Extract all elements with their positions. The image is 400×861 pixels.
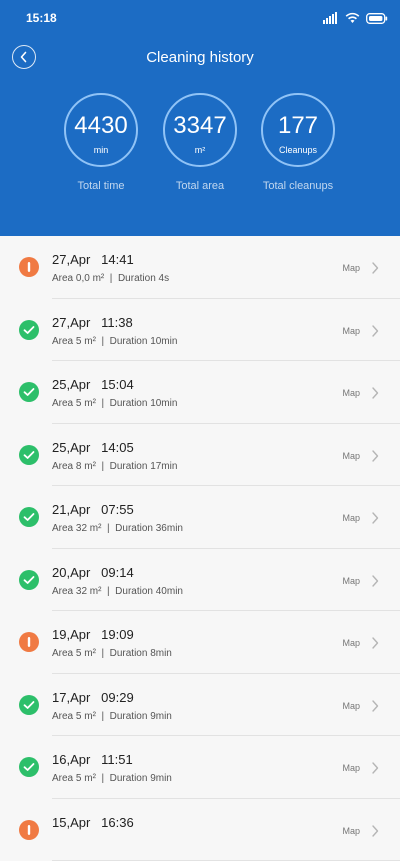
map-link[interactable]: Map: [342, 263, 360, 273]
header: 15:18 Cleaning histo: [0, 0, 400, 236]
row-datetime: 17,Apr 09:29: [52, 690, 134, 705]
map-link[interactable]: Map: [342, 451, 360, 461]
warning-icon: [19, 632, 39, 652]
status-icons: [323, 10, 388, 26]
history-row[interactable]: 19,Apr 19:09 Area 5 m² | Duration 8min Map: [0, 611, 400, 674]
row-datetime: 21,Apr 07:55: [52, 502, 134, 517]
chevron-right-icon[interactable]: [370, 761, 380, 775]
row-datetime: 25,Apr 14:05: [52, 440, 134, 455]
chevron-right-icon[interactable]: [370, 261, 380, 275]
row-details: Area 8 m² | Duration 17min: [52, 461, 177, 472]
chevron-right-icon[interactable]: [370, 824, 380, 838]
row-datetime: 19,Apr 19:09: [52, 627, 134, 642]
success-check-icon: [19, 757, 39, 777]
map-link[interactable]: Map: [342, 326, 360, 336]
map-link[interactable]: Map: [342, 638, 360, 648]
map-link[interactable]: Map: [342, 826, 360, 836]
history-row[interactable]: 27,Apr 11:38 Area 5 m² | Duration 10min Ma…: [0, 299, 400, 362]
signal-icon: [323, 12, 339, 24]
stat-value: 3347: [165, 114, 235, 138]
success-check-icon: [19, 507, 39, 527]
stat-label: Total area: [150, 180, 250, 192]
row-details: Area 5 m² | Duration 9min: [52, 711, 172, 722]
chevron-right-icon[interactable]: [370, 699, 380, 713]
stat-value: 177: [263, 114, 333, 138]
row-details: Area 5 m² | Duration 10min: [52, 398, 177, 409]
row-datetime: 15,Apr 16:36: [52, 815, 134, 830]
history-row[interactable]: 25,Apr 15:04 Area 5 m² | Duration 10min Ma…: [0, 361, 400, 424]
cleaning-history-list: 27,Apr 14:41 Area 0,0 m² | Duration 4s Map…: [0, 236, 400, 861]
chevron-right-icon[interactable]: [370, 324, 380, 338]
row-datetime: 16,Apr 11:51: [52, 752, 133, 767]
stat-total-time: 4430 min: [64, 93, 138, 167]
history-row[interactable]: 17,Apr 09:29 Area 5 m² | Duration 9min Map: [0, 674, 400, 737]
stat-value: 4430: [66, 114, 136, 138]
row-datetime: 27,Apr 14:41: [52, 252, 134, 267]
status-bar: 15:18: [0, 0, 400, 36]
row-datetime: 25,Apr 15:04: [52, 377, 134, 392]
history-row[interactable]: 16,Apr 11:51 Area 5 m² | Duration 9min Map: [0, 736, 400, 799]
status-time: 15:18: [26, 11, 57, 25]
history-row[interactable]: 15,Apr 16:36 Map: [0, 799, 400, 861]
map-link[interactable]: Map: [342, 763, 360, 773]
stat-label: Total cleanups: [248, 180, 348, 192]
chevron-right-icon[interactable]: [370, 386, 380, 400]
chevron-right-icon[interactable]: [370, 574, 380, 588]
stat-unit: min: [66, 145, 136, 155]
chevron-right-icon[interactable]: [370, 449, 380, 463]
chevron-right-icon[interactable]: [370, 636, 380, 650]
stat-unit: Cleanups: [263, 145, 333, 155]
battery-icon: [366, 13, 388, 24]
history-row[interactable]: 20,Apr 09:14 Area 32 m² | Duration 40min M…: [0, 549, 400, 612]
history-row[interactable]: 21,Apr 07:55 Area 32 m² | Duration 36min M…: [0, 486, 400, 549]
chevron-right-icon[interactable]: [370, 511, 380, 525]
map-link[interactable]: Map: [342, 388, 360, 398]
stat-label: Total time: [51, 180, 151, 192]
stat-unit: m²: [165, 145, 235, 155]
row-details: Area 0,0 m² | Duration 4s: [52, 273, 169, 284]
map-link[interactable]: Map: [342, 701, 360, 711]
row-details: Area 5 m² | Duration 9min: [52, 773, 172, 784]
map-link[interactable]: Map: [342, 576, 360, 586]
success-check-icon: [19, 382, 39, 402]
map-link[interactable]: Map: [342, 513, 360, 523]
success-check-icon: [19, 445, 39, 465]
success-check-icon: [19, 570, 39, 590]
page-title: Cleaning history: [0, 49, 400, 66]
warning-icon: [19, 820, 39, 840]
history-row[interactable]: 25,Apr 14:05 Area 8 m² | Duration 17min Ma…: [0, 424, 400, 487]
row-details: Area 32 m² | Duration 40min: [52, 586, 183, 597]
success-check-icon: [19, 320, 39, 340]
success-check-icon: [19, 695, 39, 715]
row-details: Area 5 m² | Duration 8min: [52, 648, 172, 659]
warning-icon: [19, 257, 39, 277]
row-datetime: 20,Apr 09:14: [52, 565, 134, 580]
row-datetime: 27,Apr 11:38: [52, 315, 133, 330]
history-row[interactable]: 27,Apr 14:41 Area 0,0 m² | Duration 4s Map: [0, 236, 400, 299]
row-details: Area 32 m² | Duration 36min: [52, 523, 183, 534]
wifi-icon: [345, 12, 360, 24]
stat-total-area: 3347 m²: [163, 93, 237, 167]
stat-total-cleanups: 177 Cleanups: [261, 93, 335, 167]
row-details: Area 5 m² | Duration 10min: [52, 336, 177, 347]
